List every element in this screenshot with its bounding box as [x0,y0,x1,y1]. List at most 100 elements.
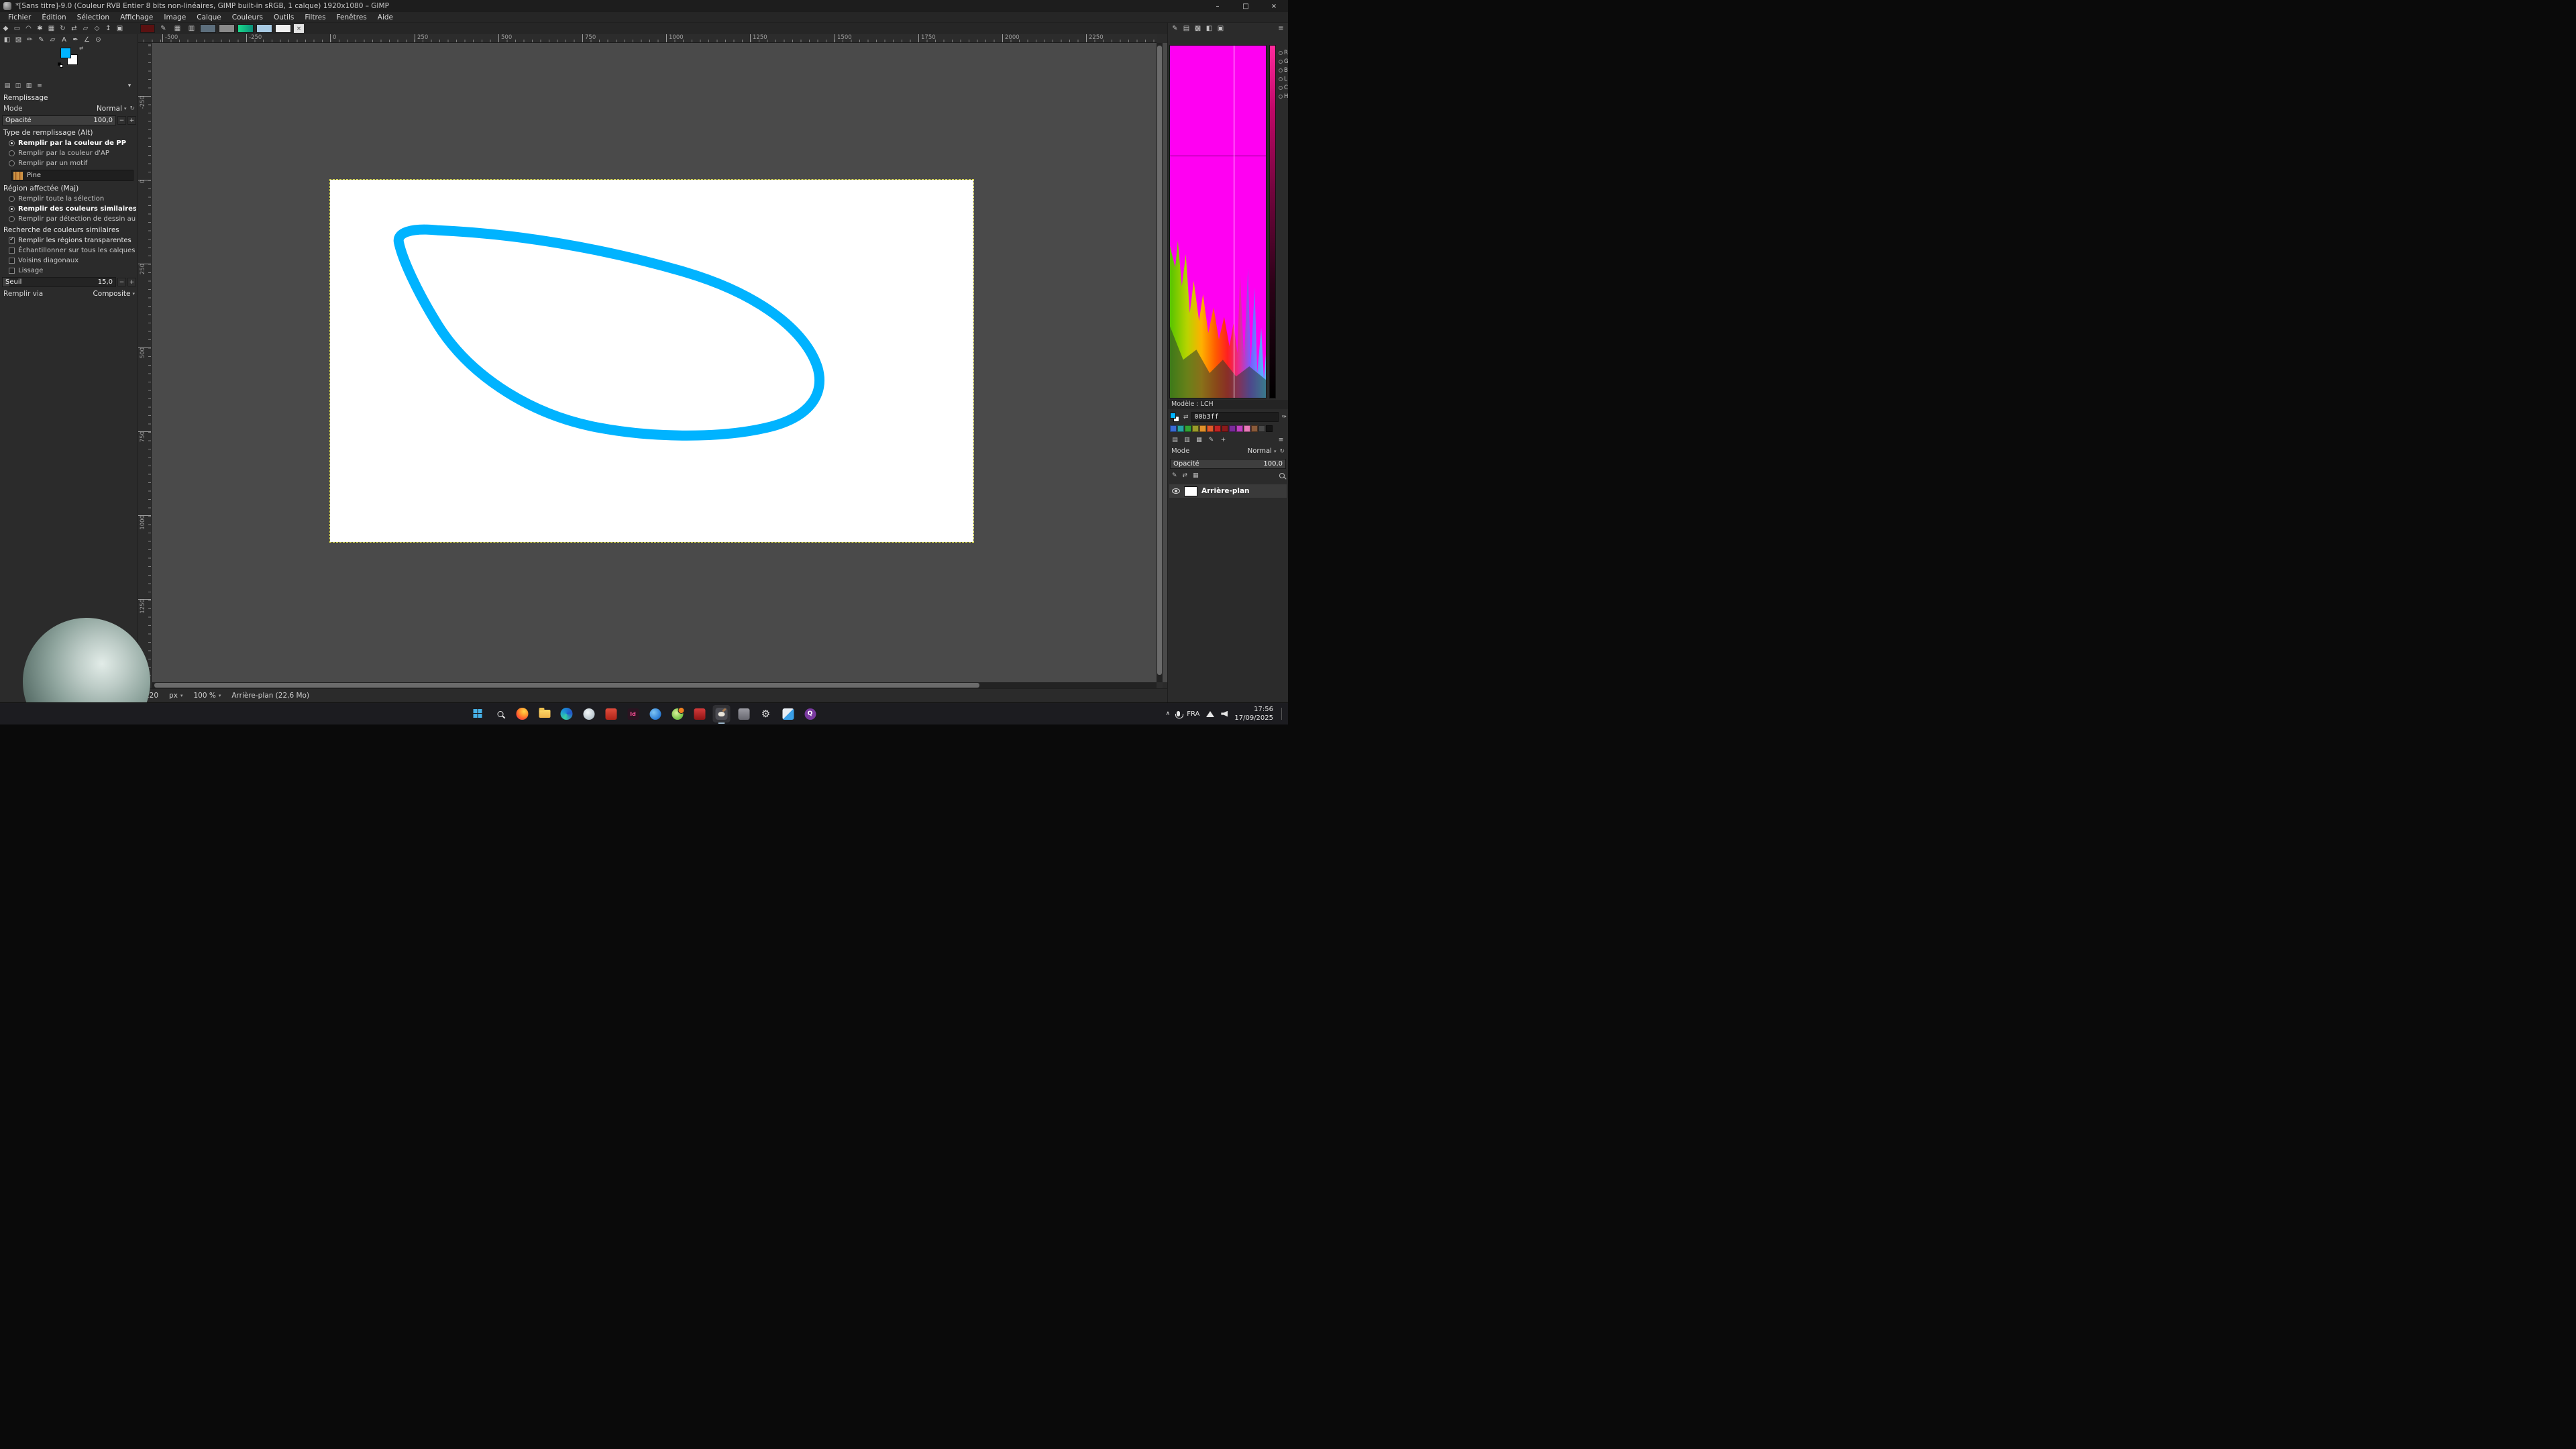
tab-palettes-icon[interactable]: ▣ [1215,23,1226,34]
palette-swatch[interactable] [1177,425,1184,432]
channel-r[interactable]: R [1279,50,1288,56]
threshold-increase-button[interactable]: + [127,278,136,286]
fill-via-dropdown[interactable]: Composite ▾ [93,290,135,298]
region-selection-radio[interactable]: Remplir toute la sélection [2,194,136,204]
region-line-art-radio[interactable]: Remplir par détection de dessin au trait [2,214,136,224]
perspective-tool-icon[interactable]: ◇ [91,23,103,34]
dock-tab-icon-4[interactable]: ≡ [34,81,45,90]
tab-gradients-icon[interactable]: ▩ [1192,23,1203,34]
lock-alpha-icon[interactable]: ▦ [1193,472,1199,479]
reset-layer-mode-icon[interactable]: ↻ [1279,448,1285,455]
menu-aide[interactable]: Aide [372,13,398,21]
brush-color-swatch[interactable] [140,24,155,33]
tab-colors-icon[interactable]: ◧ [1203,23,1215,34]
brush-editor-icon[interactable]: ✎ [158,23,169,34]
sample-merged-checkbox[interactable]: Échantillonner sur tous les calques [2,246,136,256]
gradient-editor-icon[interactable]: ▥ [186,23,197,34]
reset-mode-icon[interactable]: ↻ [129,105,135,112]
pattern-editor-icon[interactable]: ▦ [172,23,183,34]
channel-h[interactable]: H [1279,93,1288,100]
eraser-tool-icon[interactable]: ▱ [47,35,58,45]
horizontal-scrollbar-thumb[interactable] [154,683,979,688]
menu-filtres[interactable]: Filtres [299,13,331,21]
diagonal-neighbors-checkbox[interactable]: Voisins diagonaux [2,256,136,266]
swap-colors-icon[interactable]: ⇄ [79,46,83,51]
palette-view-icon-1[interactable]: ▤ [1170,435,1180,444]
taskbar-app-snipping[interactable] [780,705,797,722]
taskbar-app-5[interactable]: Q [802,705,819,722]
eyedropper-icon[interactable]: ✑ [1281,414,1287,421]
minimize-button[interactable]: – [1203,0,1232,12]
pencil-tool-icon[interactable]: ✏ [24,35,36,45]
volume-icon[interactable] [1221,711,1228,717]
channel-c[interactable]: C [1279,85,1288,91]
lock-pixels-icon[interactable]: ✎ [1172,472,1177,479]
taskbar-app-settings[interactable]: ⚙ [757,705,775,722]
threshold-decrease-button[interactable]: − [117,278,126,286]
horizontal-ruler[interactable]: -500 -250 0 250 500 750 1000 1250 1500 1… [138,34,1157,43]
palette-swatch[interactable] [1199,425,1206,432]
menu-fichier[interactable]: Fichier [3,13,36,21]
opacity-increase-button[interactable]: + [127,116,136,125]
menu-image[interactable]: Image [158,13,191,21]
vertical-ruler[interactable]: -250 0 250 500 750 1000 1250 [138,43,152,682]
canvas-viewport[interactable] [152,43,1167,682]
taskbar-app-messenger[interactable] [669,705,686,722]
preview-swatch-3[interactable] [256,24,272,33]
clear-preview-button[interactable]: × [294,24,304,33]
antialiasing-checkbox[interactable]: Lissage [2,266,136,276]
layer-opacity-slider[interactable]: Opacité 100,0 [1170,459,1286,469]
layer-mode-dropdown[interactable]: Normal ▾ [1248,447,1277,455]
palette-swatch[interactable] [1185,425,1191,432]
taskbar-app-firefox[interactable] [514,705,531,722]
palette-swatch[interactable] [1170,425,1177,432]
taskbar-app-4[interactable] [735,705,753,722]
language-indicator[interactable]: FRA [1187,710,1199,718]
zoom-dropdown[interactable]: 100 % ▾ [193,692,221,700]
free-select-tool-icon[interactable]: ◠ [23,23,34,34]
taskbar-start-button[interactable] [470,705,487,722]
color-picker-tool-icon[interactable]: ✒ [70,35,81,45]
taskbar-app-2[interactable] [602,705,620,722]
microphone-icon[interactable] [1177,711,1180,716]
taskbar-app-edge[interactable] [558,705,576,722]
wifi-icon[interactable] [1206,711,1214,717]
transform-tool-icon[interactable]: ▣ [114,23,125,34]
taskbar-app-indesign[interactable]: Id [625,705,642,722]
menu-outils[interactable]: Outils [268,13,299,21]
layer-thumbnail[interactable] [1184,486,1197,496]
dock-menu-icon[interactable]: ≡ [1276,435,1286,444]
menu-calque[interactable]: Calque [191,13,226,21]
bucket-fill-tool-icon[interactable]: ◧ [1,35,13,45]
lightness-slider[interactable] [1269,45,1276,398]
tab-brushes-icon[interactable]: ✎ [1169,23,1181,34]
taskbar-app-1[interactable] [580,705,598,722]
scale-tool-icon[interactable]: ⇄ [68,23,80,34]
horizontal-scrollbar[interactable] [152,682,1157,688]
layer-visibility-icon[interactable] [1172,488,1180,494]
mode-dropdown[interactable]: Normal ▾ [97,105,127,113]
foreground-color-swatch[interactable] [60,48,71,58]
menu-selection[interactable]: Sélection [72,13,115,21]
palette-swatch[interactable] [1266,425,1273,432]
crop-tool-icon[interactable]: ▦ [46,23,57,34]
dock-tab-icon-1[interactable]: ▤ [2,81,13,90]
mini-fg-bg-swatch[interactable] [1170,413,1181,422]
paintbrush-tool-icon[interactable]: ✎ [36,35,47,45]
vertical-scrollbar-thumb[interactable] [1157,46,1162,675]
taskbar-app-gimp[interactable] [713,705,731,722]
channel-g[interactable]: G [1279,58,1288,65]
taskbar-app-3[interactable] [691,705,708,722]
palette-swatch[interactable] [1244,425,1250,432]
dock-menu-icon[interactable]: ≡ [1275,23,1287,34]
region-similar-radio[interactable]: Remplir des couleurs similaires [2,204,136,214]
opacity-slider[interactable]: Opacité 100,0 [2,115,116,125]
threshold-slider[interactable]: Seuil 15,0 [2,277,116,287]
dock-tab-icon-2[interactable]: ◫ [13,81,23,90]
palette-swatch[interactable] [1251,425,1258,432]
flip-tool-icon[interactable]: ↕ [103,23,114,34]
channel-l[interactable]: L [1279,76,1288,83]
palette-view-icon-2[interactable]: ▥ [1182,435,1192,444]
fill-type-bg-radio[interactable]: Remplir par la couleur d'AP [2,148,136,158]
palette-swatch[interactable] [1214,425,1221,432]
